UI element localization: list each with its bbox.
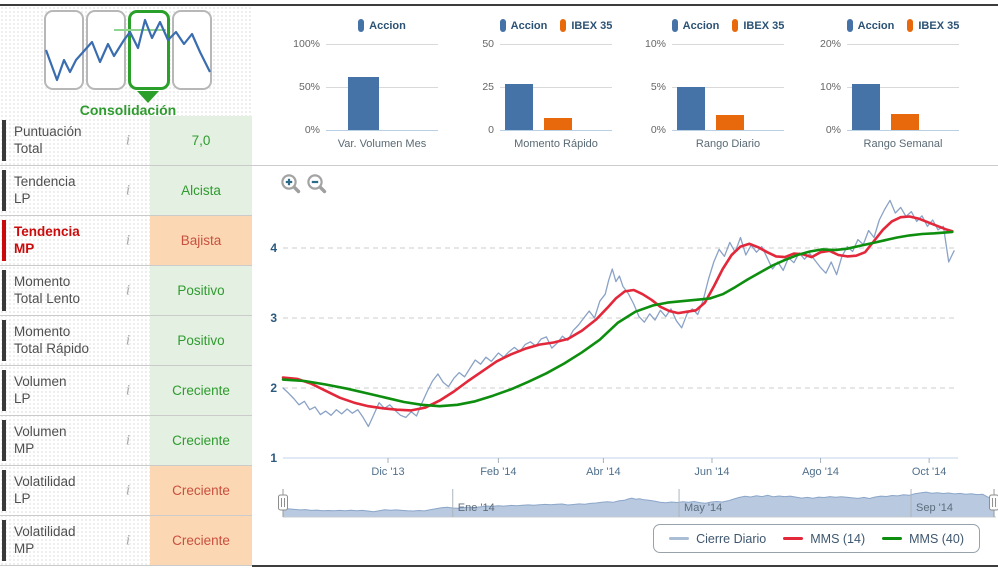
legend-line-icon [882,537,902,540]
legend-label: MMS (40) [909,532,964,546]
main-x-axis-label: Ago '14 [802,466,839,478]
bottom-border [252,565,998,567]
series-cierre-diario [283,200,954,426]
legend-item-mms-40-[interactable]: MMS (40) [882,532,964,546]
legend-label: MMS (14) [810,532,865,546]
main-x-axis-label: Oct '14 [912,466,947,478]
navigator-x-label: May '14 [684,502,722,514]
main-y-axis-label: 1 [270,451,277,465]
navigator-area[interactable] [283,492,994,517]
legend-line-icon [669,537,689,540]
main-x-axis-label: Feb '14 [480,466,516,478]
main-y-axis-label: 3 [270,311,277,325]
main-x-axis-label: Dic '13 [371,466,404,478]
series-mms-14- [283,217,952,411]
legend-line-icon [783,537,803,540]
navigator-x-label: Sep '14 [916,502,953,514]
main-y-axis-label: 2 [270,381,277,395]
main-x-axis-label: Jun '14 [694,466,729,478]
navigator-x-label: Ene '14 [458,502,495,514]
chart-legend: Cierre Diario MMS (14) MMS (40) [653,524,980,553]
main-y-axis-label: 4 [270,241,277,255]
series-mms-40- [283,232,952,406]
stock-analysis-dashboard: Consolidación PuntuaciónTotali7,0Tendenc… [0,0,998,571]
main-x-axis-label: Abr '14 [586,466,621,478]
legend-label: Cierre Diario [696,532,766,546]
legend-item-mms-14-[interactable]: MMS (14) [783,532,865,546]
legend-item-cierre-diario[interactable]: Cierre Diario [669,532,766,546]
price-chart: 1 2 3 4 Dic '13 Feb '14 Abr '14 Jun '14 Ago '14 O… [0,0,998,571]
